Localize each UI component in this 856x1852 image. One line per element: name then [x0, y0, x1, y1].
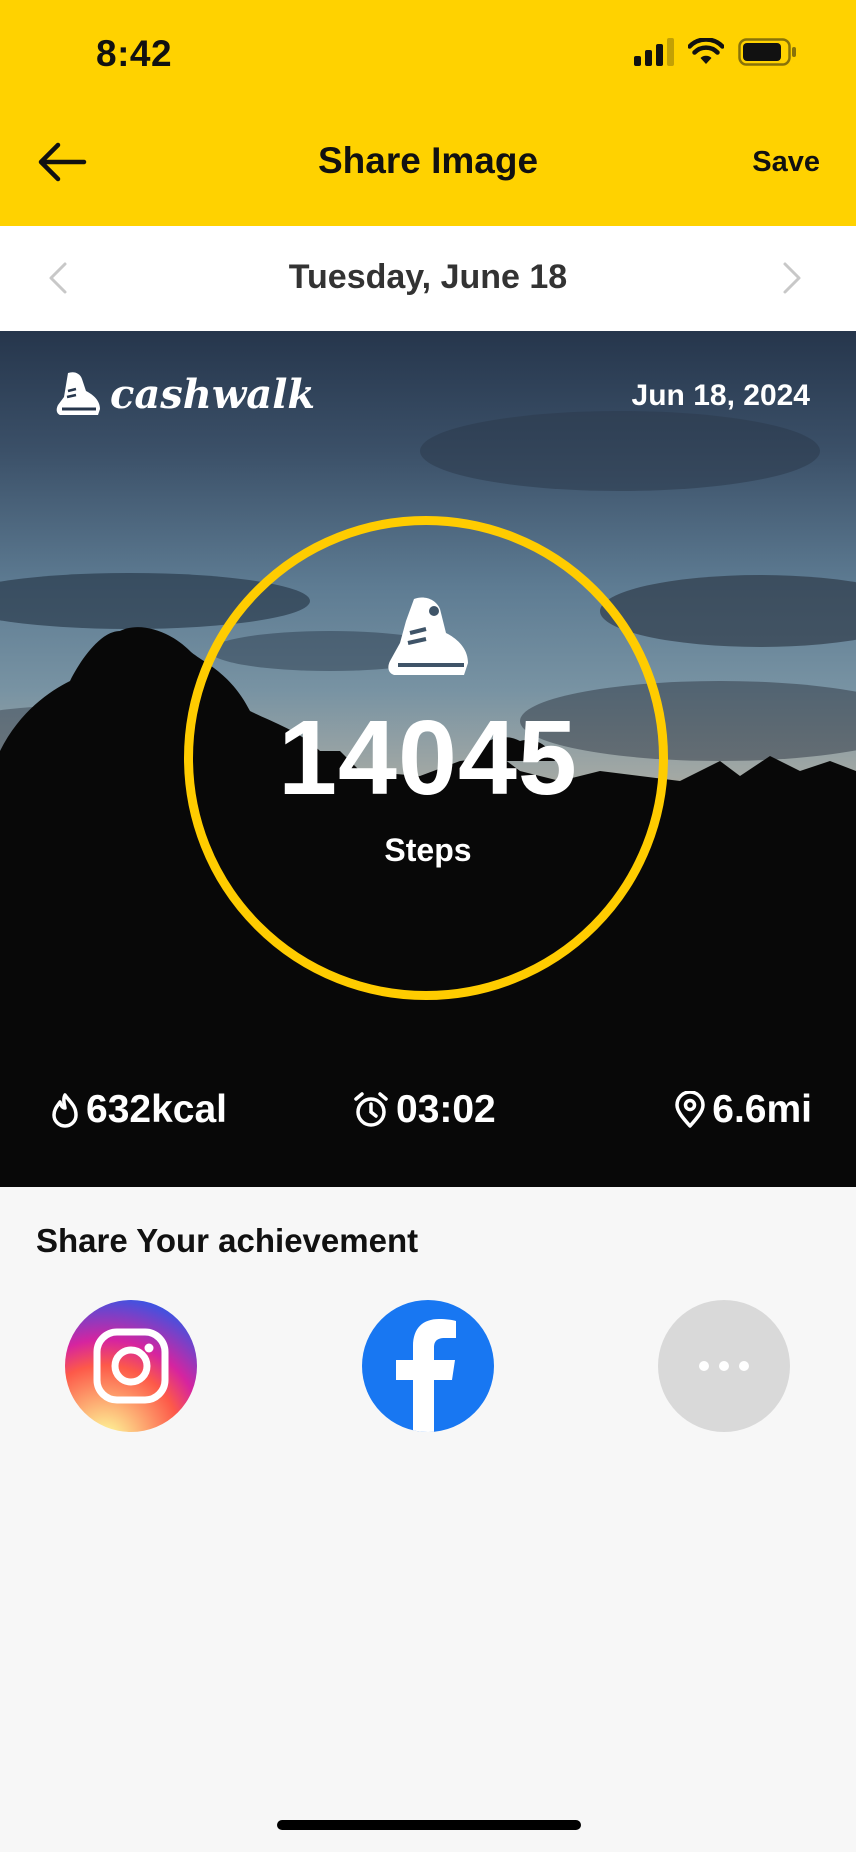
wifi-icon: [688, 38, 724, 64]
shoe-icon: [388, 597, 468, 675]
flame-icon: [52, 1093, 78, 1128]
calories-value: 632kcal: [86, 1088, 227, 1131]
brand-logo: cashwalk: [54, 369, 315, 419]
distance-metric: 6.6mi: [674, 1088, 812, 1132]
status-time: 8:42: [96, 33, 173, 74]
instagram-icon: [93, 1328, 169, 1404]
chevron-right-icon[interactable]: [780, 260, 804, 296]
instagram-share-button[interactable]: [65, 1300, 197, 1432]
calories-metric: 632kcal: [50, 1088, 227, 1132]
date-label: Tuesday, June 18: [288, 258, 568, 296]
share-section-title: Share Your achievement: [36, 1222, 419, 1259]
status-icons: [634, 38, 798, 66]
alarm-clock-icon: [354, 1092, 388, 1127]
distance-value: 6.6mi: [712, 1088, 812, 1131]
brand-name: cashwalk: [110, 370, 316, 418]
location-pin-icon: [675, 1091, 706, 1128]
facebook-icon: [396, 1319, 456, 1432]
more-dots-icon: [699, 1361, 749, 1371]
facebook-share-button[interactable]: [362, 1300, 494, 1432]
battery-icon: [738, 38, 796, 66]
shoe-icon: [56, 372, 100, 415]
cellular-signal-icon: [634, 38, 674, 66]
steps-label: Steps: [384, 832, 472, 868]
duration-metric: 03:02: [352, 1088, 496, 1132]
save-button[interactable]: Save: [752, 146, 820, 179]
more-share-options-button[interactable]: [658, 1300, 790, 1432]
app-header: 8:42 Share Image Save: [0, 0, 856, 226]
card-date: Jun 18, 2024: [631, 379, 810, 412]
date-navigation-bar: Tuesday, June 18: [0, 226, 856, 331]
duration-value: 03:02: [396, 1088, 496, 1131]
steps-value: 14045: [278, 699, 578, 817]
page-title: Share Image: [317, 140, 539, 181]
home-indicator: [277, 1820, 581, 1830]
share-image-card: cashwalk Jun 18, 2024 14045 Steps 632kca…: [0, 331, 856, 1187]
